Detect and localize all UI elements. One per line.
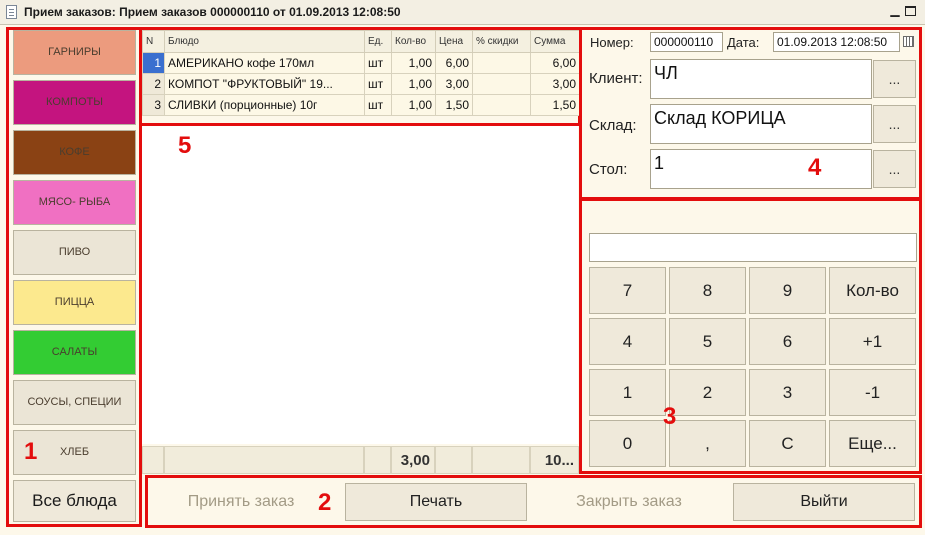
price-cell: 6,00	[435, 52, 473, 74]
totals-spacer	[435, 446, 472, 474]
zone-label-3: 3	[663, 403, 677, 430]
column-header-price[interactable]: Цена	[435, 30, 473, 53]
totals-spacer	[364, 446, 391, 474]
table-field[interactable]: 1	[650, 149, 872, 189]
qty-cell: 1,00	[391, 94, 436, 116]
qty-total: 3,00	[391, 446, 435, 474]
table-select-button[interactable]: ...	[873, 150, 916, 188]
document-icon	[6, 5, 17, 19]
column-header-n[interactable]: N	[142, 30, 165, 53]
key-clear-button[interactable]: C	[749, 420, 826, 467]
table-row[interactable]: 3 СЛИВКИ (порционные) 10г шт 1,00 1,50 1…	[142, 94, 580, 116]
warehouse-field[interactable]: Склад КОРИЦА	[650, 104, 872, 144]
column-header-discount[interactable]: % скидки	[472, 30, 531, 53]
category-button[interactable]: САЛАТЫ	[13, 330, 136, 375]
discount-cell	[472, 94, 531, 116]
column-header-unit[interactable]: Ед.	[364, 30, 392, 53]
sum-total: 10...	[530, 446, 579, 474]
key-7-button[interactable]: 7	[589, 267, 666, 314]
sum-cell: 3,00	[530, 73, 580, 95]
print-button[interactable]: Печать	[345, 483, 527, 521]
key-qty-button[interactable]: Кол-во	[829, 267, 916, 314]
calendar-icon[interactable]	[903, 36, 914, 47]
dish-cell: КОМПОТ "ФРУКТОВЫЙ" 19...	[164, 73, 365, 95]
table-header-row: N Блюдо Ед. Кол-во Цена % скидки Сумма	[142, 30, 580, 53]
column-header-dish[interactable]: Блюдо	[164, 30, 365, 53]
order-date-field[interactable]: 01.09.2013 12:08:50	[773, 32, 900, 52]
zone-label-1: 1	[24, 438, 38, 465]
minimize-icon[interactable]: ▁	[889, 4, 901, 18]
table-row[interactable]: 1 АМЕРИКАНО кофе 170мл шт 1,00 6,00 6,00	[142, 52, 580, 74]
unit-cell: шт	[364, 73, 392, 95]
qty-cell: 1,00	[391, 52, 436, 74]
order-table: N Блюдо Ед. Кол-во Цена % скидки Сумма 1…	[142, 30, 580, 116]
maximize-icon[interactable]	[905, 6, 916, 16]
key-0-button[interactable]: 0	[589, 420, 666, 467]
client-select-button[interactable]: ...	[873, 60, 916, 98]
key-plus-one-button[interactable]: +1	[829, 318, 916, 365]
key-5-button[interactable]: 5	[669, 318, 746, 365]
table-totals-row: 3,00 10...	[142, 446, 579, 474]
discount-cell	[472, 73, 531, 95]
date-label: Дата:	[727, 35, 760, 50]
category-button[interactable]: КОМПОТЫ	[13, 80, 136, 125]
totals-spacer	[164, 446, 364, 474]
unit-cell: шт	[364, 94, 392, 116]
zone-label-5: 5	[178, 132, 192, 159]
qty-cell: 1,00	[391, 73, 436, 95]
column-header-qty[interactable]: Кол-во	[391, 30, 436, 53]
category-button[interactable]: ПИВО	[13, 230, 136, 275]
key-more-button[interactable]: Еще...	[829, 420, 916, 467]
title-bar: Прием заказов: Прием заказов 000000110 о…	[0, 0, 925, 25]
exit-button[interactable]: Выйти	[733, 483, 915, 521]
all-dishes-button[interactable]: Все блюда	[13, 480, 136, 522]
category-button[interactable]: КОФЕ	[13, 130, 136, 175]
key-3-button[interactable]: 3	[749, 369, 826, 416]
table-empty-area[interactable]	[142, 126, 578, 444]
row-number: 2	[142, 73, 165, 95]
client-field[interactable]: ЧЛ	[650, 59, 872, 99]
category-button[interactable]: ГАРНИРЫ	[13, 30, 136, 75]
accept-order-button[interactable]: Принять заказ	[150, 483, 332, 521]
totals-spacer	[472, 446, 530, 474]
close-order-button[interactable]: Закрыть заказ	[538, 483, 720, 521]
unit-cell: шт	[364, 52, 392, 74]
category-button[interactable]: ПИЦЦА	[13, 280, 136, 325]
row-number: 1	[142, 52, 165, 74]
dish-cell: АМЕРИКАНО кофе 170мл	[164, 52, 365, 74]
totals-spacer	[142, 446, 164, 474]
number-label: Номер:	[590, 35, 634, 50]
zone-label-2: 2	[318, 489, 332, 516]
key-2-button[interactable]: 2	[669, 369, 746, 416]
column-header-sum[interactable]: Сумма	[530, 30, 580, 53]
key-8-button[interactable]: 8	[669, 267, 746, 314]
key-9-button[interactable]: 9	[749, 267, 826, 314]
warehouse-select-button[interactable]: ...	[873, 105, 916, 143]
window-title: Прием заказов: Прием заказов 000000110 о…	[24, 5, 401, 19]
key-1-button[interactable]: 1	[589, 369, 666, 416]
key-6-button[interactable]: 6	[749, 318, 826, 365]
order-number-field[interactable]: 000000110	[650, 32, 723, 52]
dish-cell: СЛИВКИ (порционные) 10г	[164, 94, 365, 116]
price-cell: 1,50	[435, 94, 473, 116]
warehouse-label: Склад:	[589, 117, 637, 134]
sum-cell: 1,50	[530, 94, 580, 116]
key-4-button[interactable]: 4	[589, 318, 666, 365]
row-number: 3	[142, 94, 165, 116]
key-comma-button[interactable]: ,	[669, 420, 746, 467]
zone-label-4: 4	[808, 154, 822, 181]
keypad-display[interactable]	[589, 233, 917, 262]
discount-cell	[472, 52, 531, 74]
sum-cell: 6,00	[530, 52, 580, 74]
client-label: Клиент:	[589, 70, 643, 87]
category-button[interactable]: МЯСО- РЫБА	[13, 180, 136, 225]
price-cell: 3,00	[435, 73, 473, 95]
category-button[interactable]: СОУСЫ, СПЕЦИИ	[13, 380, 136, 425]
key-minus-one-button[interactable]: -1	[829, 369, 916, 416]
table-label: Стол:	[589, 161, 628, 178]
table-row[interactable]: 2 КОМПОТ "ФРУКТОВЫЙ" 19... шт 1,00 3,00 …	[142, 73, 580, 95]
